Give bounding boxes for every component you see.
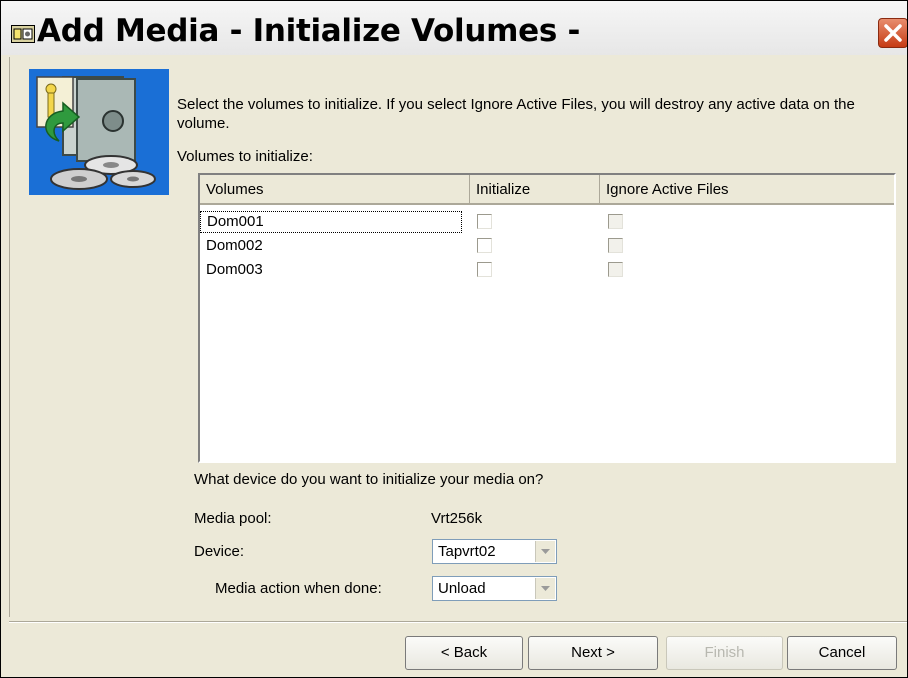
ignore-active-files-checkbox [608,238,623,253]
media-library-icon [11,25,35,43]
device-select[interactable]: Tapvrt02 [432,539,557,564]
table-row[interactable]: Dom003 [200,258,894,282]
footer-divider-highlight [9,622,907,623]
initialize-checkbox[interactable] [477,238,492,253]
media-action-dropdown-button[interactable] [535,578,555,599]
table-row[interactable]: Dom002 [200,234,894,258]
media-action-label: Media action when done: [215,580,382,597]
media-pool-value: Vrt256k [431,510,483,527]
media-action-select[interactable]: Unload [432,576,557,601]
cancel-button[interactable]: Cancel [787,636,897,670]
initialize-checkbox[interactable] [477,214,492,229]
close-button[interactable] [878,18,907,48]
volumes-label: Volumes to initialize: [177,148,313,165]
media-safe-icon [29,69,169,195]
table-row[interactable]: Dom001 [200,210,894,234]
column-header-ignore-active-files[interactable]: Ignore Active Files [600,175,894,205]
ignore-active-files-checkbox [608,214,623,229]
back-button[interactable]: < Back [405,636,523,670]
window-title: Add Media - Initialize Volumes - [37,13,581,49]
media-action-select-value: Unload [438,580,486,597]
media-pool-label: Media pool: [194,510,272,527]
table-header: Volumes Initialize Ignore Active Files [200,175,894,207]
device-select-value: Tapvrt02 [438,543,496,560]
volume-name: Dom003 [206,261,263,278]
column-header-initialize[interactable]: Initialize [470,175,600,205]
ignore-active-files-checkbox [608,262,623,277]
volume-name: Dom002 [206,237,263,254]
column-header-volumes[interactable]: Volumes [200,175,470,205]
volume-name: Dom001 [200,211,462,233]
finish-button: Finish [666,636,783,670]
device-dropdown-button[interactable] [535,541,555,562]
device-label: Device: [194,543,245,560]
next-button[interactable]: Next > [528,636,658,670]
title-bar: Add Media - Initialize Volumes - [1,1,907,55]
volumes-table: Volumes Initialize Ignore Active Files D… [198,173,896,463]
wizard-window: Add Media - Initialize Volumes - Select … [0,0,908,678]
instructions-text: Select the volumes to initialize. If you… [177,96,855,132]
device-question: What device do you want to initialize yo… [194,471,544,488]
initialize-checkbox[interactable] [477,262,492,277]
